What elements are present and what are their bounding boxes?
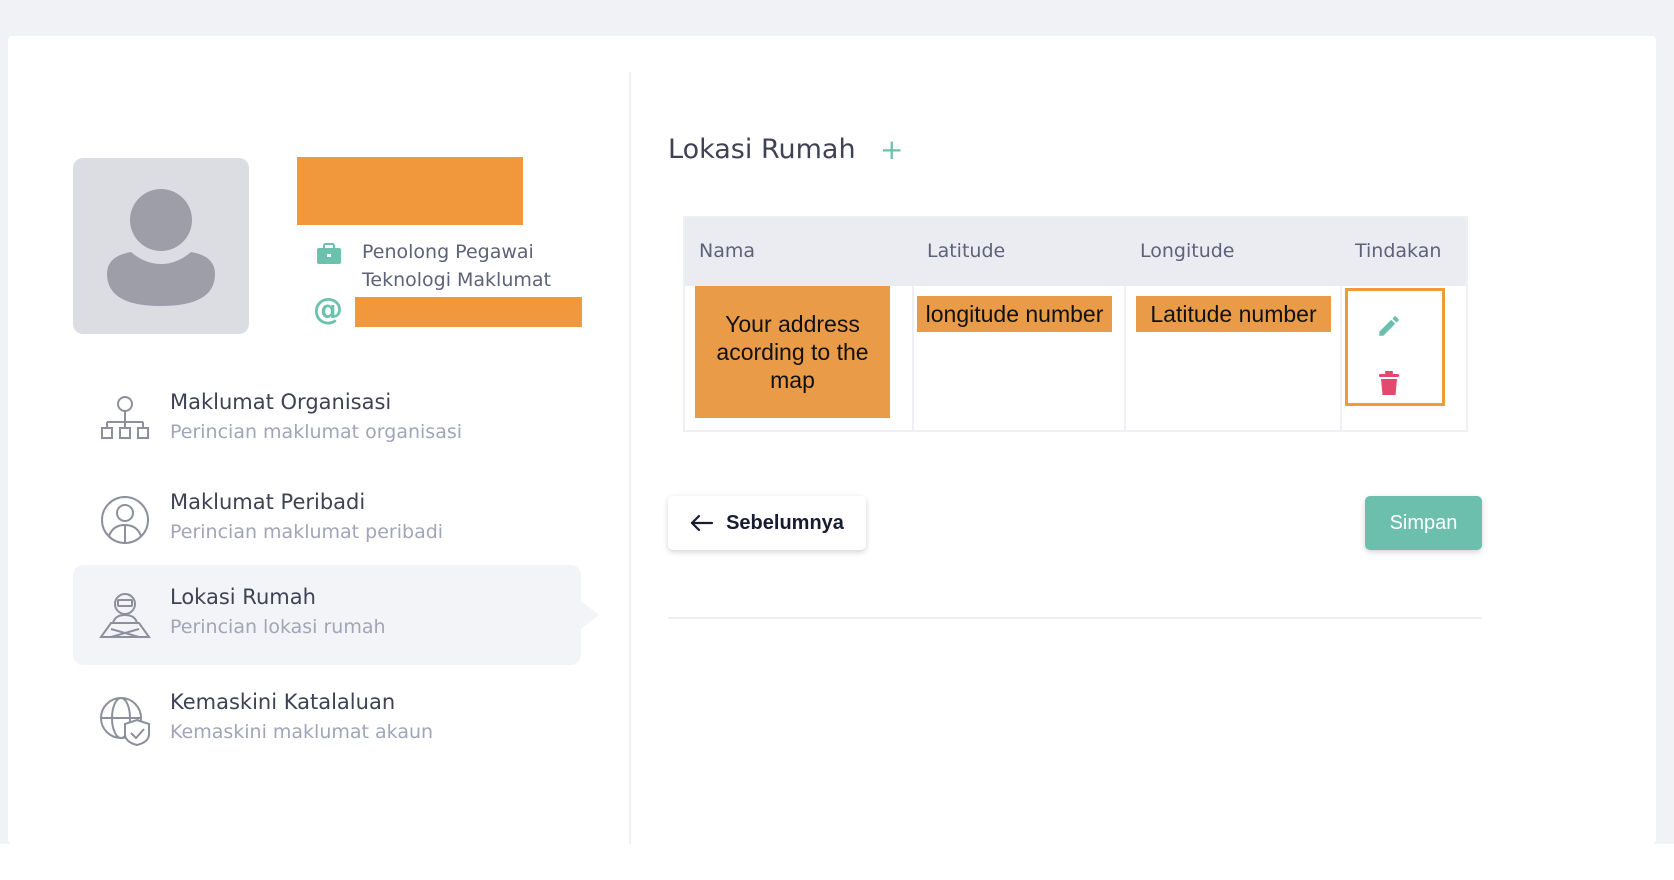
previous-button[interactable]: Sebelumnya	[668, 496, 866, 550]
nav-item-subtitle: Kemaskini maklumat akaun	[170, 721, 434, 743]
org-chart-icon	[101, 396, 149, 439]
nav-item-lokasi-rumah[interactable]: Lokasi Rumah Perincian lokasi rumah	[73, 565, 599, 665]
column-divider	[912, 286, 914, 432]
previous-button-label: Sebelumnya	[726, 511, 844, 534]
save-button[interactable]: Simpan	[1365, 496, 1482, 550]
save-button-label: Simpan	[1389, 511, 1458, 534]
column-divider	[1340, 286, 1342, 432]
column-header-longitude: Longitude	[1140, 240, 1235, 262]
cell-nama: Your address acording to the map	[695, 286, 890, 418]
nav-item-maklumat-peribadi[interactable]: Maklumat Peribadi Perincian maklumat per…	[73, 470, 581, 570]
column-divider	[1124, 286, 1126, 432]
user-avatar-icon	[107, 189, 215, 306]
nav-item-subtitle: Perincian maklumat organisasi	[170, 421, 463, 443]
redacted-user-name	[297, 157, 523, 225]
nav-item-title: Maklumat Peribadi	[170, 490, 366, 514]
nav-item-subtitle: Perincian lokasi rumah	[170, 616, 386, 638]
job-title-line2: Teknologi Maklumat	[362, 269, 551, 291]
arrow-left-icon	[690, 514, 714, 532]
cell-longitude: Latitude number	[1136, 296, 1331, 332]
column-header-latitude: Latitude	[927, 240, 1006, 262]
table-header: Nama Latitude Longitude Tindakan	[685, 218, 1466, 286]
horizontal-divider	[668, 617, 1482, 619]
page-footer-area	[0, 844, 1674, 880]
nav-item-title: Lokasi Rumah	[170, 585, 316, 609]
person-icon	[101, 496, 149, 544]
job-title-line1: Penolong Pegawai	[362, 241, 534, 263]
email-at-icon: @	[313, 292, 343, 327]
nav-item-maklumat-organisasi[interactable]: Maklumat Organisasi Perincian maklumat o…	[73, 370, 581, 470]
nav-item-subtitle: Perincian maklumat peribadi	[170, 521, 444, 543]
delete-trash-icon[interactable]	[1378, 371, 1400, 395]
row-actions	[1345, 288, 1445, 406]
nav-item-title: Maklumat Organisasi	[170, 390, 392, 414]
redacted-email	[355, 297, 582, 327]
location-person-icon	[99, 593, 151, 638]
nav-item-kemaskini-katalaluan[interactable]: Kemaskini Katalaluan Kemaskini maklumat …	[73, 670, 581, 770]
briefcase-icon	[317, 243, 341, 264]
globe-shield-icon	[100, 697, 150, 746]
vertical-divider	[629, 72, 631, 844]
edit-pencil-icon[interactable]	[1376, 313, 1402, 339]
cell-latitude: longitude number	[917, 296, 1112, 332]
job-title: Penolong Pegawai Teknologi Maklumat	[362, 238, 592, 294]
nav-item-title: Kemaskini Katalaluan	[170, 690, 396, 714]
avatar	[73, 158, 249, 334]
page-title: Lokasi Rumah	[668, 134, 856, 165]
location-table: Nama Latitude Longitude Tindakan Your ad…	[683, 216, 1468, 432]
column-header-nama: Nama	[699, 240, 756, 262]
column-header-tindakan: Tindakan	[1355, 240, 1442, 262]
add-location-icon[interactable]: +	[880, 134, 903, 166]
